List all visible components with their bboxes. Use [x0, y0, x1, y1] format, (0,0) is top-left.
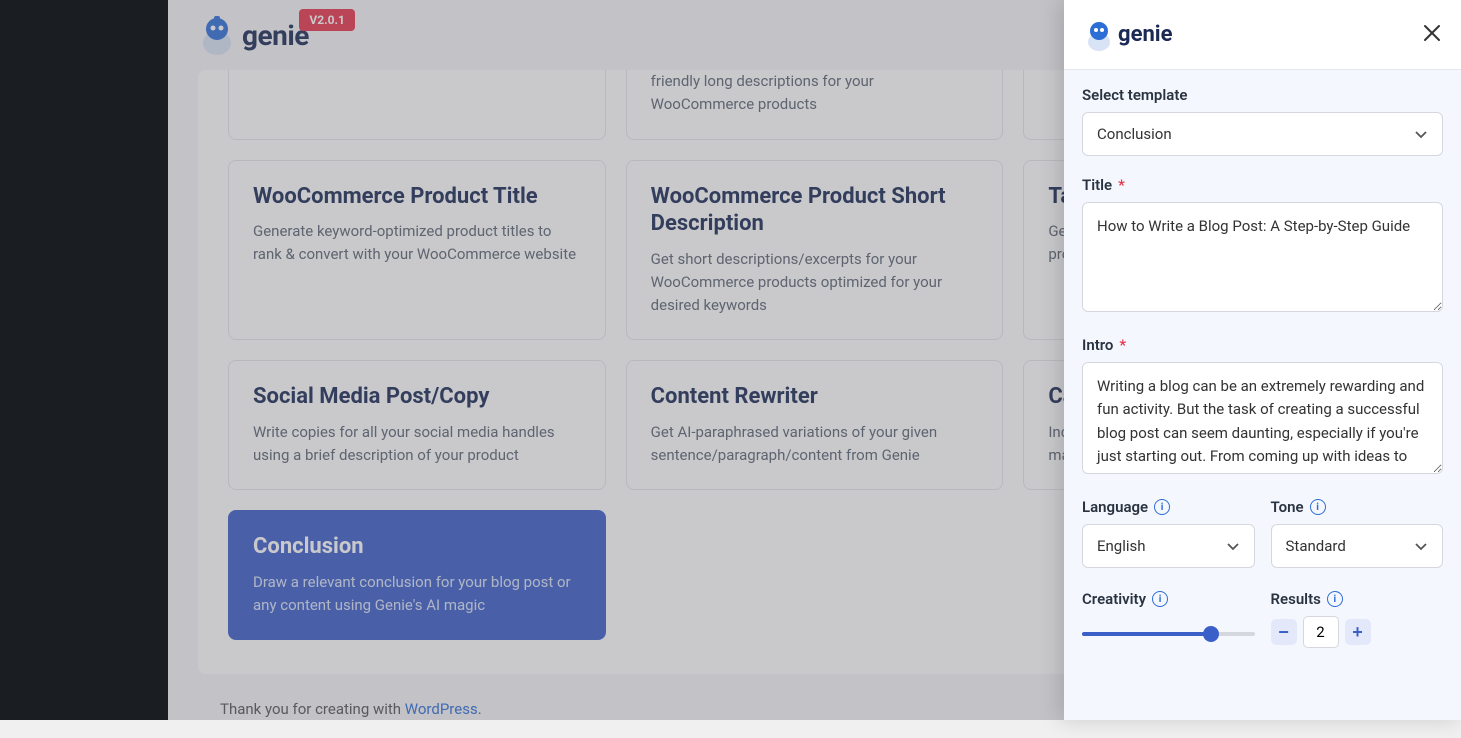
template-card-woo-short-desc[interactable]: WooCommerce Product Short Description Ge…	[626, 160, 1004, 341]
card-desc: Write copies for all your social media h…	[253, 421, 581, 468]
required-mark: *	[1119, 336, 1126, 354]
card-desc: Get short descriptions/excerpts for your…	[651, 248, 979, 318]
intro-input[interactable]	[1082, 362, 1443, 474]
admin-sidebar	[0, 0, 168, 720]
info-icon[interactable]: i	[1154, 499, 1170, 515]
card-title: Content Rewriter	[651, 383, 979, 411]
panel-brand: genie	[1118, 22, 1172, 47]
generator-panel: genie Select template Conclusion Title *…	[1064, 0, 1461, 720]
info-icon[interactable]: i	[1152, 591, 1168, 607]
card-desc: friendly long descriptions for your WooC…	[651, 70, 979, 117]
results-stepper: − +	[1271, 616, 1444, 648]
card-title: Conclusion	[253, 533, 581, 561]
version-badge: V2.0.1	[299, 9, 354, 31]
template-card-conclusion[interactable]: Conclusion Draw a relevant conclusion fo…	[228, 510, 606, 640]
results-label: Results i	[1271, 590, 1444, 608]
chevron-down-icon	[1414, 539, 1428, 553]
tone-value: Standard	[1286, 537, 1346, 555]
required-mark: *	[1118, 176, 1125, 194]
card-title: WooCommerce Product Title	[253, 183, 581, 211]
template-select-value: Conclusion	[1097, 125, 1172, 143]
tone-select[interactable]: Standard	[1271, 524, 1444, 568]
increment-button[interactable]: +	[1345, 619, 1371, 645]
decrement-button[interactable]: −	[1271, 619, 1297, 645]
info-icon[interactable]: i	[1327, 591, 1343, 607]
card-title: Social Media Post/Copy	[253, 383, 581, 411]
language-value: English	[1097, 537, 1146, 555]
genie-icon	[198, 13, 236, 57]
card-title: WooCommerce Product Short Description	[651, 183, 979, 238]
select-template-label: Select template	[1082, 86, 1443, 104]
tone-label: Tone i	[1271, 498, 1444, 516]
template-card-social-media[interactable]: Social Media Post/Copy Write copies for …	[228, 360, 606, 490]
card-desc: Generate keyword-optimized product title…	[253, 220, 581, 267]
template-card-woo-title[interactable]: WooCommerce Product Title Generate keywo…	[228, 160, 606, 341]
close-icon	[1423, 24, 1441, 42]
intro-label: Intro *	[1082, 336, 1443, 354]
panel-header: genie	[1064, 0, 1461, 70]
info-icon[interactable]: i	[1310, 499, 1326, 515]
results-input[interactable]	[1303, 616, 1339, 648]
creativity-slider[interactable]	[1082, 632, 1255, 636]
panel-body: Select template Conclusion Title * Intro…	[1064, 70, 1461, 720]
footer-link[interactable]: WordPress	[405, 700, 478, 718]
creativity-label: Creativity i	[1082, 590, 1255, 608]
template-card-content-rewriter[interactable]: Content Rewriter Get AI-paraphrased vari…	[626, 360, 1004, 490]
app-logo: genie V2.0.1	[198, 13, 309, 57]
close-button[interactable]	[1423, 24, 1441, 46]
title-label: Title *	[1082, 176, 1443, 194]
title-input[interactable]	[1082, 202, 1443, 312]
language-select[interactable]: English	[1082, 524, 1255, 568]
template-card[interactable]: friendly long descriptions for your WooC…	[626, 70, 1004, 140]
template-select[interactable]: Conclusion	[1082, 112, 1443, 156]
footer-prefix: Thank you for creating with	[220, 700, 405, 718]
panel-logo: genie	[1084, 18, 1172, 52]
card-desc: Get AI-paraphrased variations of your gi…	[651, 421, 979, 468]
chevron-down-icon	[1226, 539, 1240, 553]
template-card[interactable]	[228, 70, 606, 140]
language-label: Language i	[1082, 498, 1255, 516]
chevron-down-icon	[1414, 127, 1428, 141]
card-desc: Draw a relevant conclusion for your blog…	[253, 571, 581, 618]
footer-suffix: .	[478, 700, 482, 718]
slider-thumb[interactable]	[1203, 626, 1219, 642]
